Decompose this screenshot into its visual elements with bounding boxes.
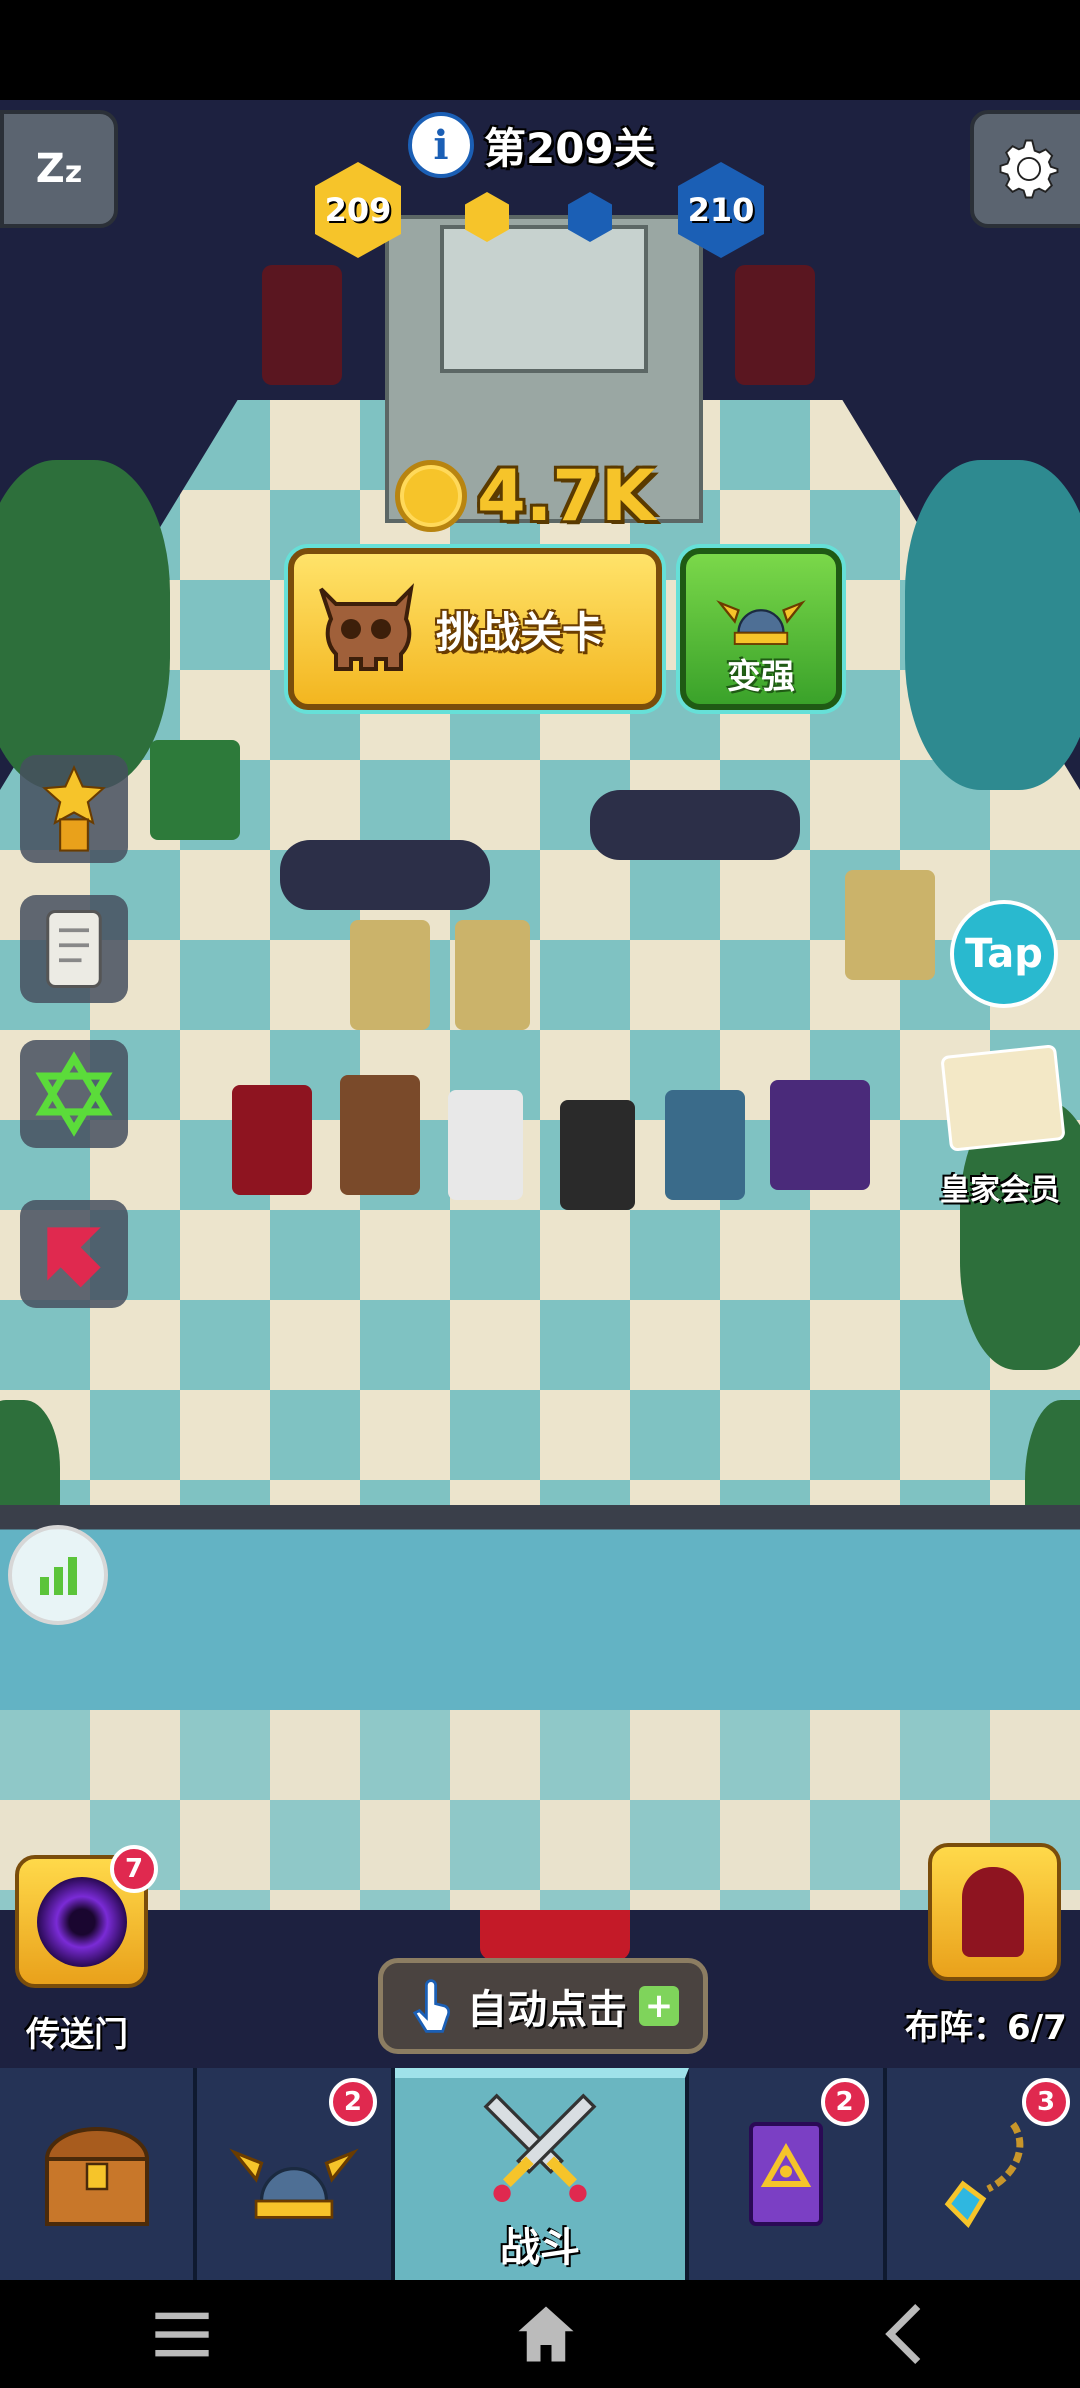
vip-label[interactable]: 皇家会员 [940, 1165, 1060, 1209]
auto-click-plus-icon[interactable]: + [639, 1986, 679, 2026]
enemy-unit-3 [845, 870, 935, 980]
skull-icon [319, 583, 414, 671]
winged-helmet-icon [716, 600, 806, 645]
menu-icon[interactable] [150, 2306, 214, 2362]
tab-spellbook-badge: 2 [820, 2078, 869, 2126]
tab-heroes-badge: 2 [328, 2078, 377, 2126]
formation-hero-icon [962, 1867, 1024, 1957]
hero-unit-6[interactable] [770, 1080, 870, 1190]
level-header: i 第209关 [408, 112, 656, 178]
hero-unit-3[interactable] [448, 1090, 523, 1200]
crossed-swords-icon [483, 2093, 597, 2202]
bar-chart-icon [39, 1557, 77, 1595]
tree-left [0, 460, 170, 790]
enemy-bat-1 [280, 840, 490, 910]
tap-label: Tap [965, 931, 1043, 977]
hexagram-icon [35, 1051, 113, 1137]
hero-unit-4[interactable] [560, 1100, 635, 1210]
formation-button[interactable] [928, 1843, 1061, 1981]
coin-icon [395, 460, 467, 532]
enemy-unit-2 [455, 920, 530, 1030]
lower-board [0, 1710, 1080, 1910]
enemy-bat-2 [590, 790, 800, 860]
next-level-number: 210 [687, 191, 755, 229]
coin-reward-amount: 4.7K [477, 455, 656, 537]
challenge-level-label: 挑战关卡 [436, 607, 605, 657]
scroll-icon [46, 910, 102, 988]
coin-reward: 4.7K [395, 455, 655, 537]
achievements-button[interactable] [20, 755, 128, 863]
tap-button[interactable]: Tap [950, 900, 1058, 1008]
quest-scroll-button[interactable] [20, 895, 128, 1003]
portal-button[interactable]: 7 [15, 1845, 158, 1988]
enemy-unit-archer [150, 740, 240, 840]
home-icon[interactable] [513, 2301, 579, 2367]
winged-helmet-icon [229, 2148, 359, 2219]
vip-card-icon[interactable] [940, 1044, 1066, 1152]
level-title: 第209关 [484, 123, 656, 173]
boss-table [440, 225, 648, 373]
tab-heroes[interactable]: 2 [197, 2068, 395, 2280]
tab-spellbook[interactable]: 2 [689, 2068, 887, 2280]
zzz-icon: Zz [35, 146, 83, 192]
sleep-button[interactable]: Zz [0, 110, 118, 228]
red-arrow-icon [47, 1227, 101, 1288]
hero-unit-5[interactable] [665, 1090, 745, 1200]
back-icon[interactable] [878, 2301, 930, 2367]
hero-unit-2[interactable] [340, 1075, 420, 1195]
river [0, 1505, 1080, 1710]
tap-hand-icon [412, 1979, 451, 2033]
tab-battle[interactable]: 战斗 [394, 2068, 690, 2280]
tab-chest[interactable] [0, 2068, 198, 2280]
hero-unit-1[interactable] [232, 1085, 312, 1195]
info-icon[interactable]: i [408, 112, 474, 178]
settings-button[interactable] [970, 110, 1080, 228]
portal-label: 传送门 [26, 2015, 128, 2055]
tab-amulet-badge: 3 [1022, 2078, 1070, 2126]
torch-left [262, 265, 342, 385]
stats-button[interactable] [8, 1525, 108, 1625]
red-arrow-button[interactable] [20, 1200, 128, 1308]
auto-click-button[interactable]: 自动点击 + [378, 1958, 708, 2054]
tab-battle-label: 战斗 [500, 2225, 580, 2271]
portal-badge: 7 [110, 1845, 158, 1893]
upgrade-label: 变强 [727, 657, 795, 697]
upgrade-button[interactable]: 变强 [680, 548, 842, 710]
enemy-unit-1 [350, 920, 430, 1030]
hexagram-button[interactable] [20, 1040, 128, 1148]
vortex-icon [36, 1876, 127, 1967]
formation-label: 布阵：6/7 [905, 2008, 1067, 2048]
game-scene[interactable] [0, 100, 1080, 2280]
tab-amulet[interactable]: 3 [887, 2068, 1080, 2280]
spellbook-icon [748, 2122, 823, 2226]
challenge-level-button[interactable]: 挑战关卡 [288, 548, 662, 710]
tree-right [905, 460, 1080, 790]
current-level-number: 209 [324, 191, 392, 229]
amulet-icon [944, 2121, 1024, 2229]
treasure-chest-icon [44, 2127, 149, 2226]
gear-icon [999, 139, 1059, 199]
auto-click-label: 自动点击 [467, 1987, 627, 2033]
bottom-tab-bar: 2 战斗 2 3 [0, 2068, 1080, 2280]
torch-right [735, 265, 815, 385]
trophy-star-icon [42, 764, 106, 852]
system-navigation-bar [0, 2280, 1080, 2388]
